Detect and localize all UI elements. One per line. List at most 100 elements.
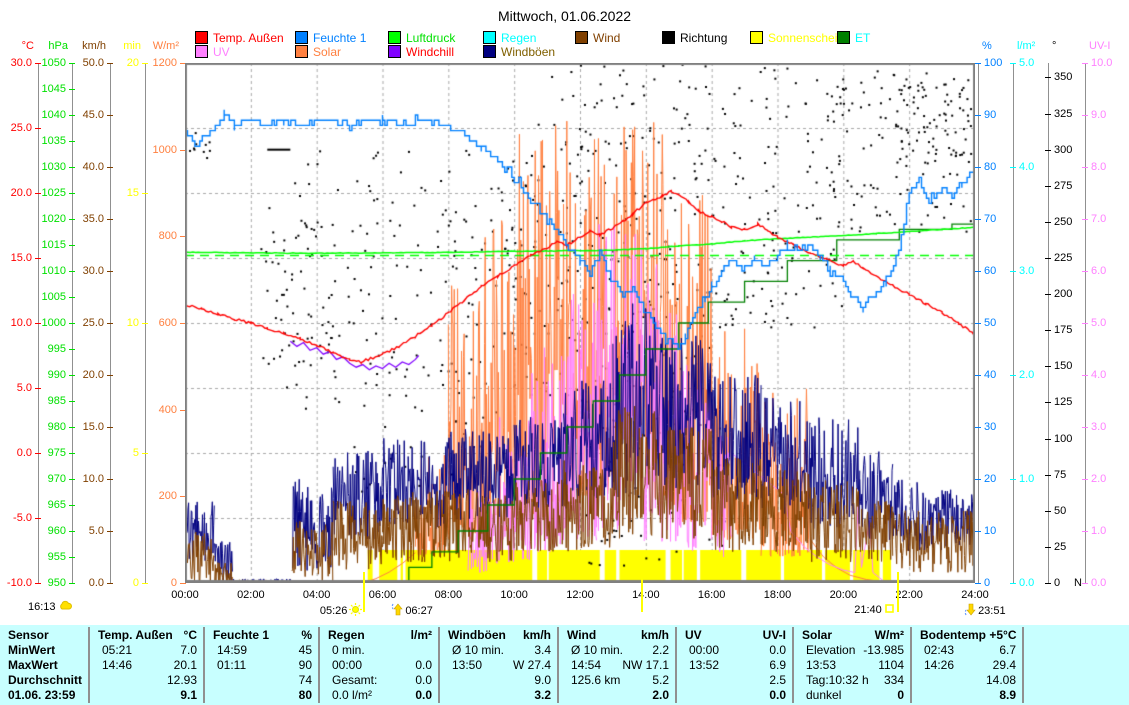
- axis-tick: [107, 375, 113, 376]
- table-cell-row: 14:59 45: [205, 643, 318, 658]
- cell-value: 334: [884, 673, 910, 688]
- axis-tick: [1045, 186, 1051, 187]
- legend-swatch-feuchte-1: [295, 31, 308, 44]
- cell-time: 14:46: [90, 658, 132, 673]
- x-axis-label: 14:00: [624, 589, 668, 601]
- cell-time: [90, 688, 102, 703]
- x-axis-label: 16:00: [690, 589, 734, 601]
- axis-tick: [69, 401, 75, 402]
- axis-tick-label: 4.0: [1019, 162, 1034, 173]
- cell-value: 2.2: [652, 643, 675, 658]
- axis-tick-label: 5.0: [68, 526, 104, 537]
- cell-time: 13:52: [677, 658, 719, 673]
- cell-time: 0 min.: [320, 643, 365, 658]
- legend-item: Wind: [575, 31, 620, 44]
- axis-tick-label: 50: [1054, 506, 1066, 517]
- axis-tick-label: 30.0: [0, 58, 32, 69]
- legend-label: Windböen: [501, 45, 555, 59]
- cell-value: 45: [299, 643, 318, 658]
- axis-tick-label: 5.0: [0, 383, 32, 394]
- axis-tick-label: 1050: [30, 58, 66, 69]
- x-axis-label: 08:00: [426, 589, 470, 601]
- legend-label: ET: [855, 31, 870, 45]
- cell-time: 00:00: [320, 658, 362, 673]
- col-unit: UV-I: [763, 628, 792, 643]
- axis-tick-label: 325: [1054, 109, 1072, 120]
- axis-tick: [1010, 479, 1016, 480]
- cell-time: [677, 688, 689, 703]
- axis-tick-label: 300: [1054, 145, 1072, 156]
- cell-time: Ø 10 min.: [559, 643, 623, 658]
- legend-swatch-wind: [575, 31, 588, 44]
- row-label: MinWert: [0, 643, 55, 658]
- cell-time: Tag:10:32 h: [794, 673, 869, 688]
- x-axis-label: 06:00: [361, 589, 405, 601]
- x-axis-label: 04:00: [295, 589, 339, 601]
- axis-tick: [107, 271, 113, 272]
- axis-tick-label: 1025: [30, 188, 66, 199]
- axis-unit-label: %: [982, 40, 992, 52]
- legend-label: Solar: [313, 45, 341, 59]
- sun-event-time: 05:26: [320, 605, 348, 617]
- cell-time: 02:43: [912, 643, 954, 658]
- stats-table: SensorMinWertMaxWertDurchschnitt01.06. 2…: [0, 625, 1129, 705]
- axis-tick-label: 50.0: [68, 58, 104, 69]
- cell-time: 01:11: [205, 658, 246, 673]
- cell-value: 8.9: [999, 688, 1022, 703]
- cell-time: 14:59: [205, 643, 247, 658]
- axis-tick-label: 3.0: [1019, 266, 1034, 277]
- legend-item: Luftdruck: [388, 31, 455, 44]
- table-col-header: Temp. Außen°C: [90, 628, 203, 643]
- axis-unit-label: min: [103, 40, 141, 52]
- table-col-header: Windböenkm/h: [440, 628, 557, 643]
- axis-tick-label: 70: [984, 214, 996, 225]
- axis-tick-label: 35.0: [68, 214, 104, 225]
- table-cell-row: 00:00 0.0: [320, 658, 438, 673]
- legend-swatch-richtung: [662, 31, 675, 44]
- axis-tick: [1045, 402, 1051, 403]
- event-time-marker: [897, 572, 899, 612]
- sun-event-time: 06:27: [405, 605, 433, 617]
- axis-tick-label: 15.0: [68, 422, 104, 433]
- cell-value: 0.0: [769, 688, 792, 703]
- axis-unit-label: hPa: [30, 40, 68, 52]
- col-unit: °C: [184, 628, 203, 643]
- axis-tick-label: 10: [103, 318, 139, 329]
- axis-tick-label: 25: [1054, 542, 1066, 553]
- axis-tick: [1045, 475, 1051, 476]
- legend-label: UV: [213, 45, 230, 59]
- axis-tick: [975, 375, 981, 376]
- axis-line: [1013, 63, 1014, 584]
- event-time-marker: [363, 572, 365, 612]
- cell-value: 1104: [878, 658, 910, 673]
- axis-tick-label: 15.0: [0, 253, 32, 264]
- table-cell-row: Gesamt:0.0: [320, 673, 438, 688]
- axis-tick-label: 25.0: [68, 318, 104, 329]
- cell-value: W 27.4: [513, 658, 557, 673]
- moonset-icon: [389, 603, 405, 619]
- cell-time: Elevation: [794, 643, 855, 658]
- sun-event-time: 23:51: [978, 605, 1006, 617]
- axis-tick: [180, 583, 186, 584]
- sun-event-05-26: 05:26: [320, 603, 365, 619]
- cell-value: 0.0: [415, 658, 438, 673]
- axis-tick-label: 0.0: [0, 448, 32, 459]
- axis-tick-label: 1045: [30, 84, 66, 95]
- table-cell-row: 0.0: [677, 688, 792, 703]
- axis-tick-label: 30.0: [68, 266, 104, 277]
- table-col-windb-en: Windböenkm/hØ 10 min.3.413:50W 27.49.03.…: [440, 625, 557, 705]
- axis-tick-label: -10.0: [0, 578, 32, 589]
- cell-value: -13.985: [863, 643, 910, 658]
- row-label: MaxWert: [0, 658, 58, 673]
- axis-tick-label: 990: [30, 370, 66, 381]
- axis-tick: [107, 219, 113, 220]
- legend-item: Windchill: [388, 45, 454, 58]
- col-name: Solar: [794, 628, 832, 643]
- axis-tick-label: 0: [1054, 578, 1060, 589]
- axis-tick: [1010, 271, 1016, 272]
- axis-tick: [1082, 375, 1088, 376]
- sun-event-21-40: 21:40: [854, 603, 897, 617]
- axis-tick: [975, 479, 981, 480]
- sunrise-icon: [347, 603, 364, 619]
- cell-value: 90: [299, 658, 318, 673]
